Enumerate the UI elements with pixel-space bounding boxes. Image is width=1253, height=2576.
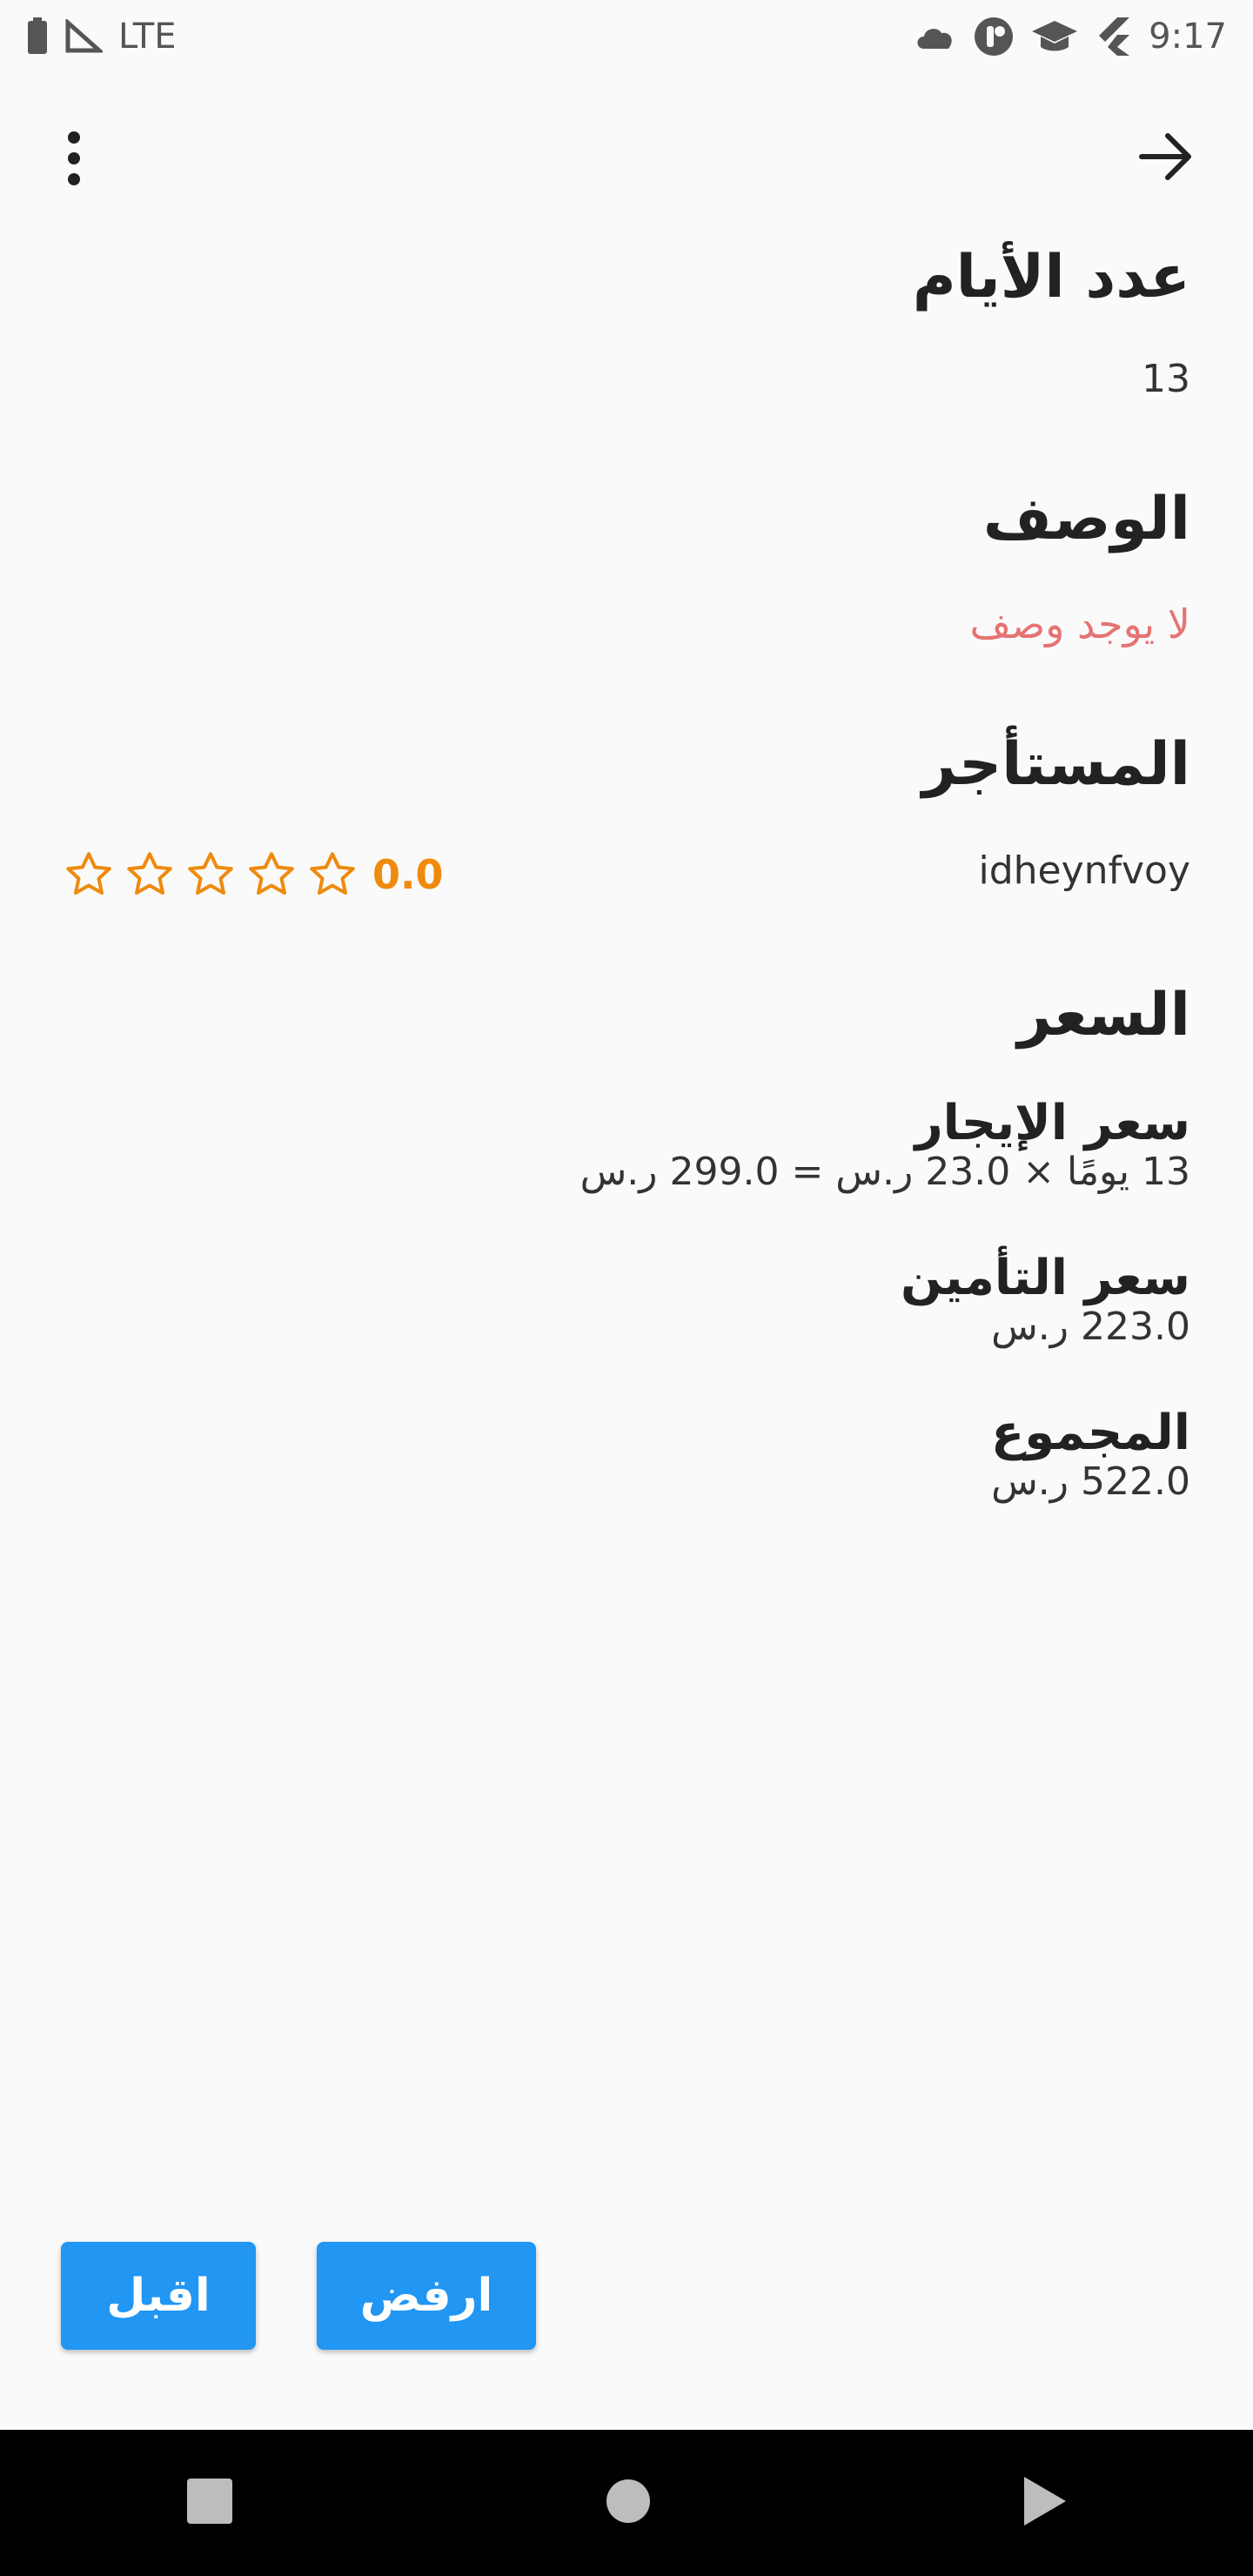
rent-price-block: سعر الإيجار 13 يومًا × 23.0 ر.س = 299.0 …: [580, 1095, 1190, 1196]
days-heading: عدد الأيام: [912, 243, 1190, 312]
more-options-button[interactable]: [52, 125, 96, 195]
clock: 9:17: [1149, 17, 1227, 57]
recent-apps-button[interactable]: [185, 2477, 234, 2529]
battery-icon: [26, 17, 49, 56]
triangle-icon: [1024, 2477, 1066, 2526]
signal-icon: [64, 19, 103, 54]
rent-price-value: 13 يومًا × 23.0 ر.س = 299.0 ر.س: [580, 1149, 1190, 1194]
app-bar: [0, 104, 1253, 214]
description-value-wrap: لا يوجد وصف: [969, 600, 1190, 647]
star-outline-icon: [249, 852, 294, 895]
days-section: عدد الأيام: [913, 245, 1190, 311]
reject-button[interactable]: ارفض: [317, 2242, 536, 2350]
circle-icon: [606, 2479, 650, 2523]
price-heading: السعر: [1017, 981, 1190, 1050]
description-value: لا يوجد وصف: [969, 600, 1190, 647]
insurance-price-label: سعر التأمين: [900, 1250, 1190, 1306]
square-icon: [187, 2479, 232, 2524]
price-section: السعر: [1017, 983, 1190, 1049]
star-outline-icon: [66, 852, 111, 895]
flutter-icon: [1095, 16, 1133, 57]
renter-section: المستأجر: [921, 730, 1190, 799]
renter-heading: المستأجر: [921, 730, 1190, 799]
insurance-price-value: 223.0 ر.س: [991, 1304, 1190, 1349]
description-section: الوصف: [982, 485, 1190, 553]
insurance-price-block: سعر التأمين 223.0 ر.س: [900, 1250, 1190, 1351]
more-vert-icon: [65, 131, 83, 190]
cloud-icon: [914, 21, 957, 52]
total-price-value: 522.0 ر.س: [991, 1459, 1190, 1504]
renter-name-wrap: idheynfvoy: [978, 849, 1190, 895]
description-heading: الوصف: [982, 485, 1190, 553]
status-bar: LTE 9:17: [0, 0, 1253, 73]
days-value-wrap: 13: [1142, 357, 1190, 403]
total-price-block: المجموع 522.0 ر.س: [990, 1405, 1190, 1506]
rating-value: 0.0: [372, 851, 444, 898]
home-button[interactable]: [605, 2478, 652, 2528]
accept-button[interactable]: اقبل: [61, 2242, 256, 2350]
star-outline-icon: [188, 852, 233, 895]
renter-rating: 0.0: [63, 849, 444, 901]
network-type: LTE: [118, 17, 177, 57]
back-button[interactable]: [1131, 124, 1201, 193]
total-price-label: المجموع: [990, 1405, 1190, 1461]
renter-name[interactable]: idheynfvoy: [978, 849, 1190, 895]
days-value: 13: [1142, 357, 1190, 401]
app-notification-icon: [973, 16, 1015, 57]
star-outline-icon: [127, 852, 172, 895]
back-nav-button[interactable]: [1022, 2475, 1068, 2531]
rent-price-label: سعر الإيجار: [915, 1095, 1190, 1151]
system-nav-bar: [0, 2430, 1253, 2576]
star-outline-icon: [310, 852, 355, 895]
arrow-forward-icon: [1138, 132, 1194, 184]
graduation-cap-icon: [1030, 17, 1079, 56]
